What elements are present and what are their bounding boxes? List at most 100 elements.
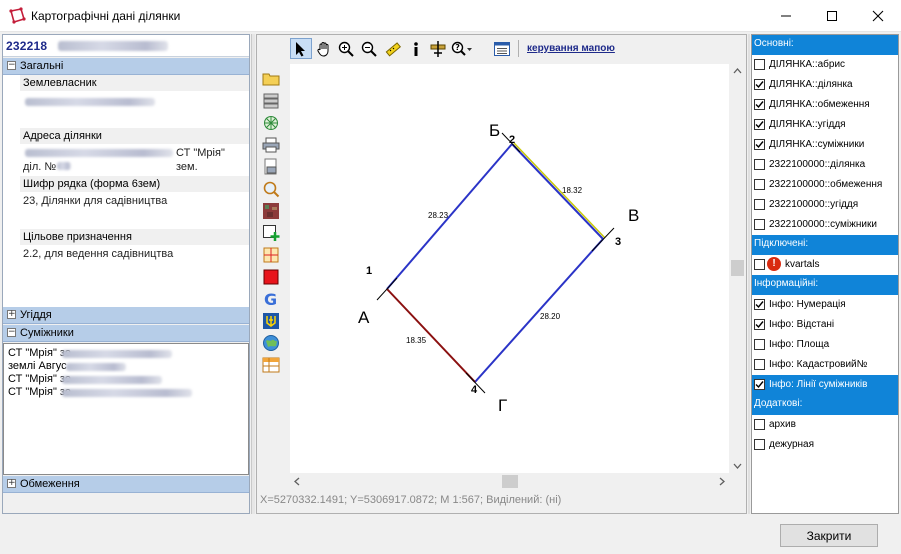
select-tool-button[interactable] <box>290 38 312 59</box>
unchecked-checkbox[interactable] <box>754 59 765 70</box>
print-icon[interactable] <box>262 136 280 154</box>
layer-item[interactable]: 2322100000::суміжники <box>752 215 898 235</box>
unchecked-checkbox[interactable] <box>754 219 765 230</box>
database-icon[interactable] <box>262 92 280 110</box>
unchecked-checkbox[interactable] <box>754 419 765 430</box>
unchecked-checkbox[interactable] <box>754 199 765 210</box>
redacted-address-value <box>25 149 173 157</box>
grid-icon[interactable] <box>262 246 280 264</box>
unchecked-checkbox[interactable] <box>754 179 765 190</box>
layer-item[interactable]: ДІЛЯНКА::угіддя <box>752 115 898 135</box>
coordinates-tool-button[interactable] <box>427 38 449 59</box>
print-preview-icon[interactable] <box>262 158 280 176</box>
section-lands-header[interactable]: + Угіддя <box>3 307 249 324</box>
edge-length-d-a: 18.35 <box>406 336 427 345</box>
layer-item[interactable]: ДІЛЯНКА::суміжники <box>752 135 898 155</box>
globe-icon[interactable] <box>262 334 280 352</box>
scroll-left-icon[interactable] <box>290 473 304 490</box>
vertex-number: 2 <box>509 134 515 146</box>
layer-item[interactable]: 2322100000::угіддя <box>752 195 898 215</box>
checked-checkbox[interactable] <box>754 379 765 390</box>
help-search-icon: ? <box>451 41 472 56</box>
map-canvas[interactable]: 1 2 3 4 А Б В Г 28.23 18.32 28.20 18.35 <box>290 64 729 473</box>
parcel-map[interactable]: 1 2 3 4 А Б В Г 28.23 18.32 28.20 18.35 <box>290 64 729 473</box>
close-window-button[interactable] <box>855 0 901 32</box>
layer-item[interactable]: ДІЛЯНКА::обмеження <box>752 95 898 115</box>
pan-tool-button[interactable] <box>313 38 335 59</box>
info-tool-button[interactable] <box>405 38 427 59</box>
map-control-link[interactable]: керування мапою <box>527 43 615 54</box>
unchecked-checkbox[interactable] <box>754 359 765 370</box>
checkmark-icon <box>755 321 764 329</box>
layer-item[interactable]: ДІЛЯНКА::ділянка <box>752 75 898 95</box>
zoom-in-button[interactable] <box>335 38 357 59</box>
map-vertical-scrollbar[interactable] <box>729 64 746 473</box>
unchecked-checkbox[interactable] <box>754 439 765 450</box>
network-icon[interactable] <box>262 114 280 132</box>
raster-icon[interactable] <box>262 202 280 220</box>
layer-item[interactable]: 2322100000::обмеження <box>752 175 898 195</box>
unchecked-checkbox[interactable] <box>754 159 765 170</box>
add-object-icon[interactable] <box>262 224 280 242</box>
layer-item[interactable]: 2322100000::ділянка <box>752 155 898 175</box>
layer-item[interactable]: Інфо: Відстані <box>752 315 898 335</box>
section-lands-label: Угіддя <box>20 309 52 321</box>
layer-item[interactable]: дежурная <box>752 435 898 455</box>
layer-item[interactable]: Інфо: Кадастровий№ <box>752 355 898 375</box>
vertical-scroll-thumb[interactable] <box>731 260 744 276</box>
title-bar: Картографічні дані ділянки <box>0 0 901 32</box>
layer-item[interactable]: Інфо: Площа <box>752 335 898 355</box>
color-fill-icon[interactable] <box>262 268 280 286</box>
section-general-header[interactable]: − Загальні <box>3 58 249 75</box>
crosshair-icon <box>430 40 446 57</box>
layer-item[interactable]: Інфо: Лінії суміжників <box>752 375 898 395</box>
layer-item[interactable]: Інфо: Нумерація <box>752 295 898 315</box>
unchecked-checkbox[interactable] <box>754 339 765 350</box>
minimize-button[interactable] <box>763 0 809 32</box>
layer-item[interactable]: архив <box>752 415 898 435</box>
section-neighbors-header[interactable]: − Суміжники <box>3 325 249 342</box>
help-dropdown-button[interactable]: ? <box>451 38 473 59</box>
redacted-text <box>58 41 168 51</box>
table-icon[interactable] <box>262 356 280 374</box>
arrow-pointer-icon <box>296 41 305 56</box>
layer-group-header: Додаткові: <box>752 395 898 415</box>
layers-list-button[interactable] <box>491 38 513 59</box>
scroll-right-icon[interactable] <box>715 473 729 490</box>
neighbor-line-b-c <box>513 142 606 239</box>
layer-item[interactable]: ДІЛЯНКА::абрис <box>752 55 898 75</box>
zoom-out-button[interactable] <box>358 38 380 59</box>
expand-icon: + <box>7 478 16 488</box>
scroll-up-icon[interactable] <box>729 64 746 78</box>
close-button[interactable]: Закрити <box>780 524 878 547</box>
coat-of-arms-icon[interactable] <box>262 312 280 330</box>
maximize-button[interactable] <box>809 0 855 32</box>
unchecked-checkbox[interactable] <box>754 259 765 270</box>
checked-checkbox[interactable] <box>754 299 765 310</box>
layer-group-header: Інформаційні: <box>752 275 898 295</box>
measure-tool-button[interactable] <box>382 38 404 59</box>
layer-item[interactable]: ! kvartals <box>752 255 898 275</box>
layer-label: 2322100000::обмеження <box>769 179 883 190</box>
map-horizontal-scrollbar[interactable] <box>290 473 729 490</box>
checked-checkbox[interactable] <box>754 99 765 110</box>
panel-splitter[interactable] <box>251 34 255 514</box>
checked-checkbox[interactable] <box>754 319 765 330</box>
scroll-down-icon[interactable] <box>729 459 746 473</box>
neighbor-line-d-a <box>386 288 476 383</box>
checked-checkbox[interactable] <box>754 119 765 130</box>
neighbor-row[interactable]: землі Авгус <box>8 360 67 372</box>
google-maps-icon[interactable]: G <box>262 290 280 308</box>
folder-icon[interactable] <box>262 70 280 88</box>
minimize-icon <box>781 15 791 17</box>
section-restrictions-header[interactable]: + Обмеження <box>3 476 249 493</box>
zoom-in-icon <box>338 41 354 57</box>
find-icon[interactable] <box>262 180 280 198</box>
horizontal-scroll-thumb[interactable] <box>502 475 518 488</box>
checked-checkbox[interactable] <box>754 139 765 150</box>
layer-label: дежурная <box>769 439 815 450</box>
checked-checkbox[interactable] <box>754 79 765 90</box>
purpose-label: Цільове призначення <box>20 229 249 245</box>
panel-splitter[interactable] <box>748 34 750 514</box>
layer-label: 2322100000::суміжники <box>769 219 877 230</box>
